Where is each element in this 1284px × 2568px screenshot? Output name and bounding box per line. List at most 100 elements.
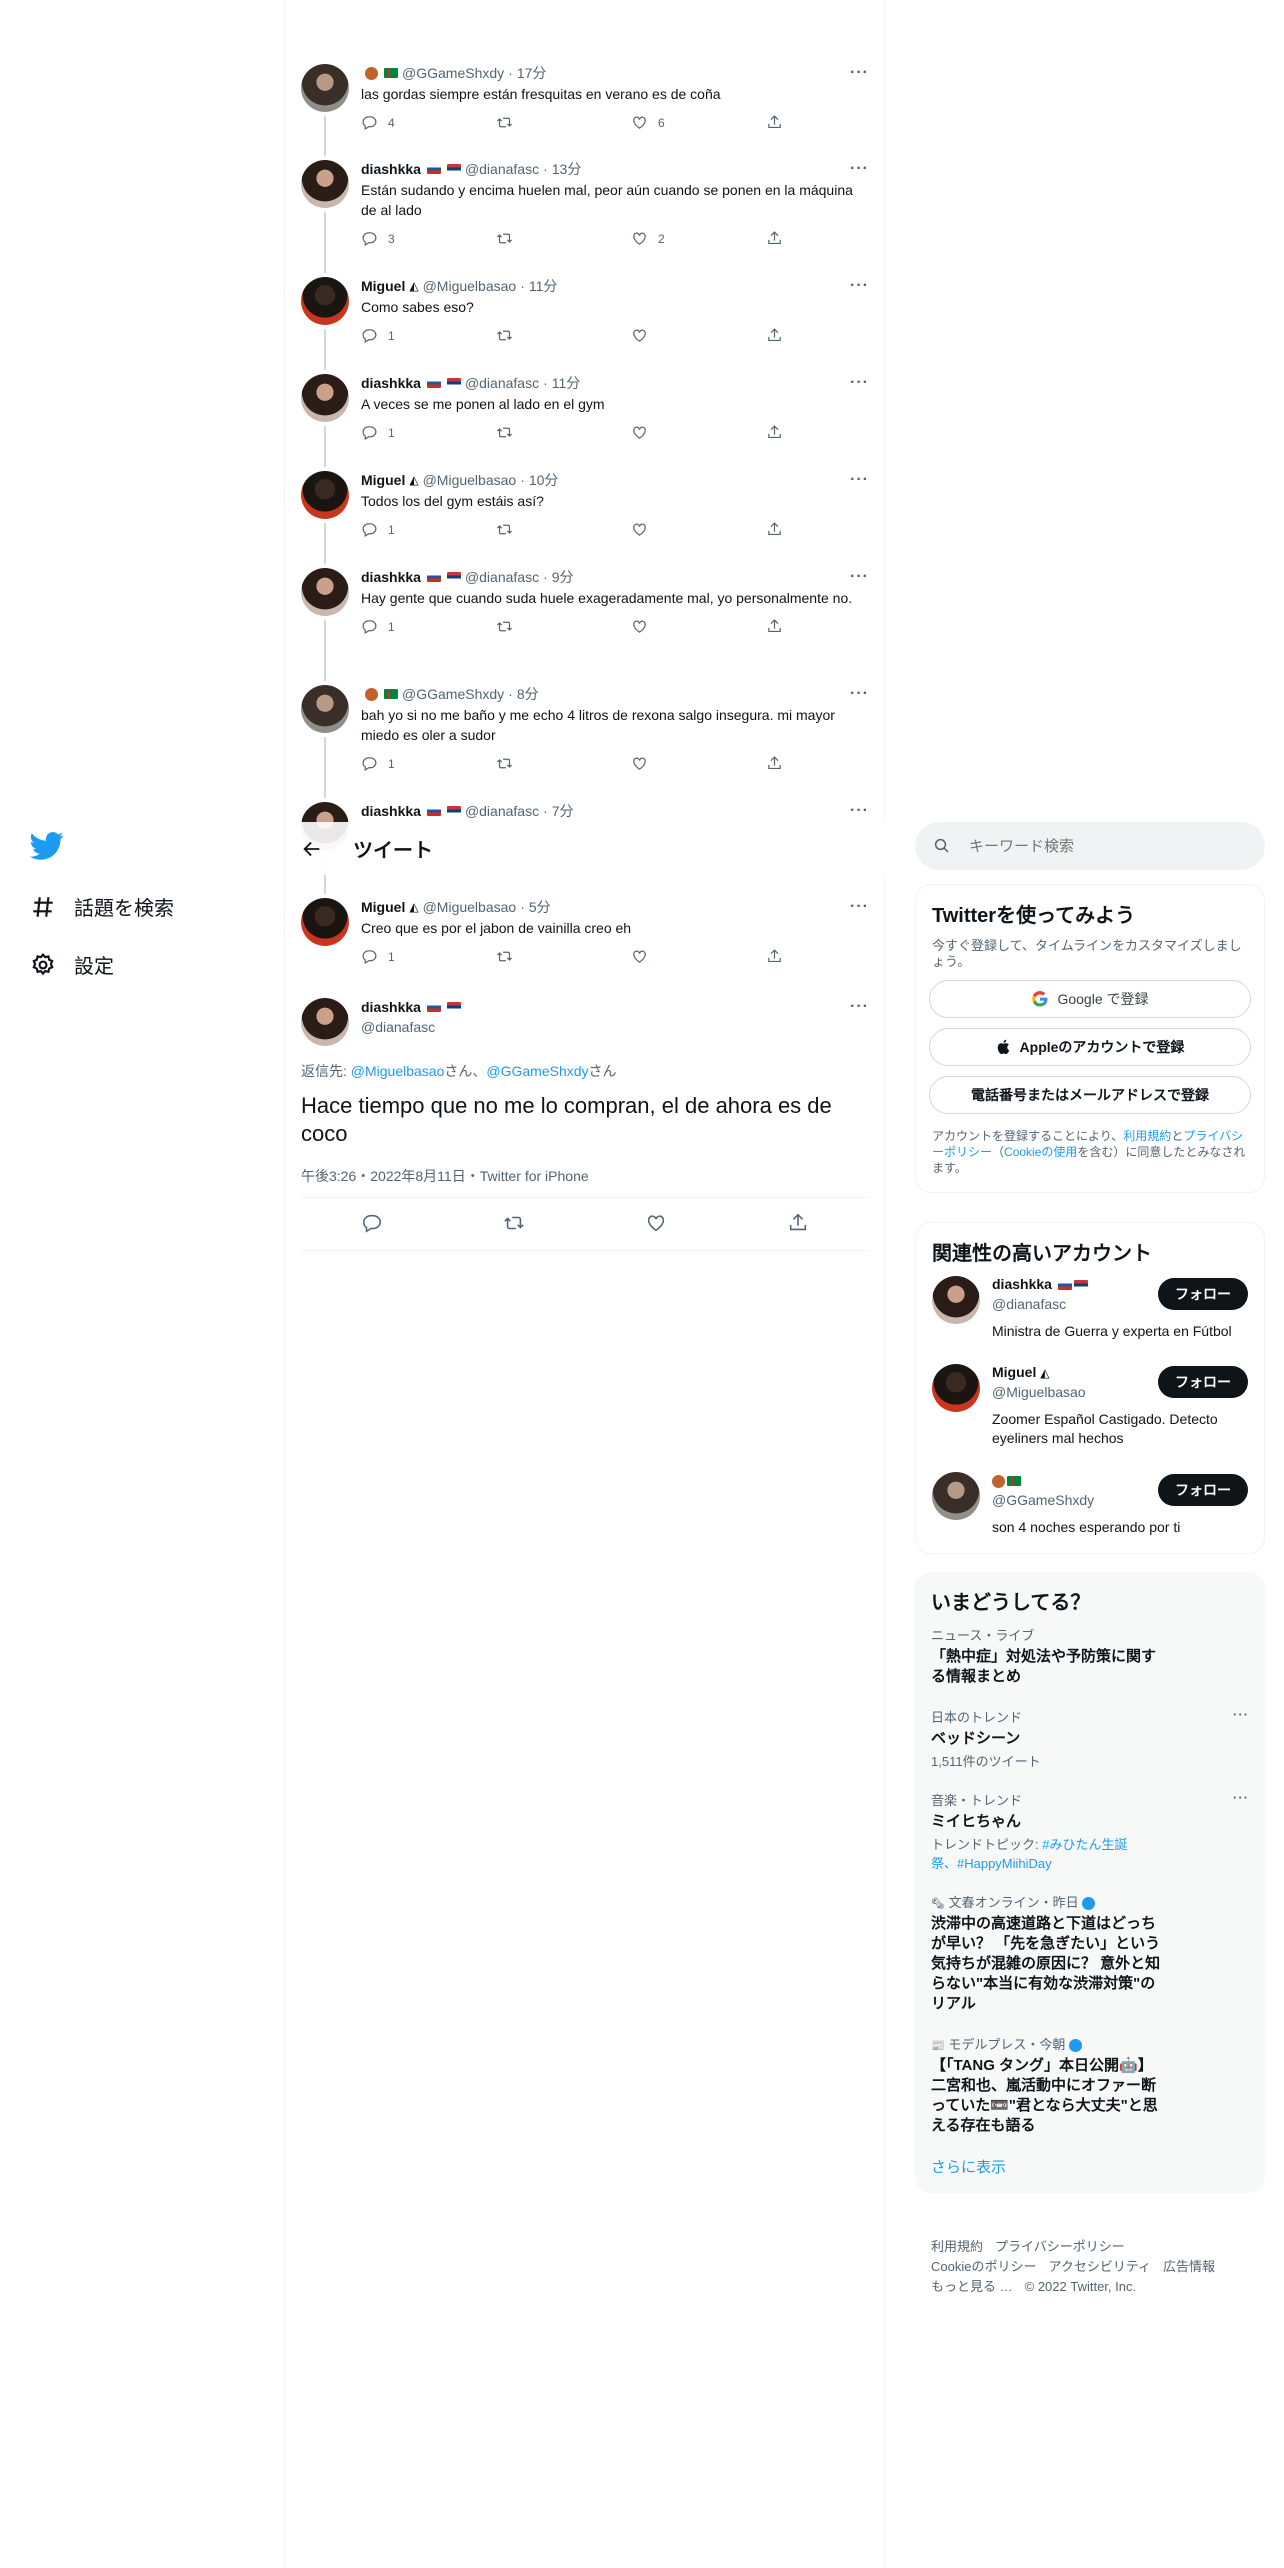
account-handle[interactable]: @GGameShxdy — [992, 1492, 1094, 1508]
avatar[interactable] — [301, 64, 349, 112]
more-icon[interactable]: ··· — [850, 685, 869, 703]
terms-link[interactable]: 利用規約 — [1123, 1129, 1171, 1143]
author-handle[interactable]: @dianafasc — [465, 160, 539, 178]
show-more-link[interactable]: さらに表示 — [931, 2156, 1249, 2177]
author-name[interactable]: diashkka — [361, 568, 421, 586]
footer-terms[interactable]: 利用規約 — [931, 2239, 983, 2254]
search-input[interactable] — [969, 837, 1209, 855]
avatar[interactable] — [301, 685, 349, 733]
like-button[interactable]: 6 — [631, 114, 731, 131]
author-name[interactable]: Miguel — [361, 277, 405, 295]
nav-settings[interactable]: 設定 — [30, 950, 114, 979]
like-button[interactable] — [631, 948, 731, 965]
footer-cookie[interactable]: Cookieのポリシー — [931, 2259, 1036, 2274]
author-name[interactable]: Miguel — [361, 898, 405, 916]
more-icon[interactable]: ··· — [850, 64, 869, 82]
retweet-button[interactable] — [496, 114, 596, 131]
like-button[interactable] — [631, 327, 731, 344]
search-bar[interactable] — [915, 822, 1265, 870]
account-item[interactable]: Miguel ◭ @Miguelbasao Zoomer Español Cas… — [932, 1364, 1248, 1472]
author-handle[interactable]: @Miguelbasao — [423, 471, 517, 489]
tweet-time[interactable]: 5分 — [529, 898, 551, 916]
share-button[interactable] — [766, 424, 786, 441]
avatar[interactable] — [932, 1472, 980, 1520]
avatar[interactable] — [301, 277, 349, 325]
tweet-time[interactable]: 9分 — [552, 568, 574, 586]
follow-button[interactable]: フォロー — [1158, 1278, 1248, 1310]
more-icon[interactable]: ··· — [850, 471, 869, 489]
account-item[interactable]: diashkka @dianafasc Ministra de Guerra y… — [932, 1276, 1248, 1364]
avatar[interactable] — [301, 160, 349, 208]
trend-item[interactable]: ニュース・ライブ 「熱中症」対処法や予防策に関する情報まとめ — [931, 1625, 1249, 1687]
twitter-logo-icon[interactable] — [30, 829, 64, 863]
share-button[interactable] — [766, 521, 786, 538]
share-icon[interactable] — [787, 1212, 809, 1234]
account-name[interactable]: diashkka — [992, 1276, 1052, 1292]
footer-more[interactable]: もっと見る … — [931, 2279, 1013, 2294]
tweet-time[interactable]: 7分 — [552, 802, 574, 820]
account-handle[interactable]: @dianafasc — [992, 1296, 1066, 1312]
more-icon[interactable]: ··· — [850, 898, 869, 916]
more-icon[interactable]: ··· — [850, 998, 869, 1016]
author-handle[interactable]: @dianafasc — [465, 374, 539, 392]
trend-item[interactable]: 音楽・トレンド ··· ミイヒちゃん トレンドトピック: #みひたん生誕祭、#Happ… — [931, 1790, 1249, 1872]
reply-button[interactable]: 1 — [361, 618, 461, 635]
share-button[interactable] — [766, 114, 786, 131]
trend-item[interactable]: 📰 モデルプレス・今朝 【「TANG タング」本日公開🤖】二宮和也、嵐活動中にオ… — [931, 2034, 1249, 2136]
more-icon[interactable]: ··· — [1233, 1790, 1249, 1805]
footer-accessibility[interactable]: アクセシビリティ — [1048, 2259, 1151, 2274]
reply-to-link[interactable]: @GGameShxdy — [486, 1063, 588, 1079]
more-icon[interactable]: ··· — [1233, 1707, 1249, 1722]
reply-button[interactable]: 1 — [361, 755, 461, 772]
retweet-button[interactable] — [496, 755, 596, 772]
more-icon[interactable]: ··· — [850, 374, 869, 392]
like-button[interactable] — [631, 755, 731, 772]
author-handle[interactable]: @dianafasc — [465, 568, 539, 586]
author-name[interactable]: diashkka — [361, 374, 421, 392]
author-name[interactable]: diashkka — [361, 160, 421, 178]
focus-author-name[interactable]: diashkka — [361, 998, 421, 1016]
reply-button[interactable]: 1 — [361, 327, 461, 344]
reply-to-link[interactable]: @Miguelbasao — [351, 1063, 445, 1079]
trend-item[interactable]: 日本のトレンド ··· ベッドシーン 1,511件のツイート — [931, 1707, 1249, 1770]
account-name[interactable]: Miguel — [992, 1364, 1036, 1380]
more-icon[interactable]: ··· — [850, 160, 869, 178]
google-signup-button[interactable]: Google で登録 — [929, 980, 1251, 1018]
tweet-time[interactable]: 11分 — [529, 277, 558, 295]
focus-author-handle[interactable]: @dianafasc — [361, 1018, 869, 1036]
like-button[interactable] — [631, 618, 731, 635]
like-button[interactable] — [631, 521, 731, 538]
share-button[interactable] — [766, 327, 786, 344]
footer-ads[interactable]: 広告情報 — [1163, 2259, 1215, 2274]
back-arrow-icon[interactable] — [301, 838, 323, 860]
account-item[interactable]: @GGameShxdy son 4 noches esperando por t… — [932, 1472, 1248, 1560]
focus-tweet-meta[interactable]: 午後3:26・2022年8月11日・Twitter for iPhone — [301, 1166, 589, 1186]
author-handle[interactable]: @GGameShxdy — [402, 685, 504, 703]
share-button[interactable] — [766, 755, 786, 772]
trend-item[interactable]: 🗞 文春オンライン・昨日 渋滞中の高速道路と下道はどっちが早い？ 「先を急ぎたい… — [931, 1892, 1249, 2014]
follow-button[interactable]: フォロー — [1158, 1474, 1248, 1506]
more-icon[interactable]: ··· — [850, 802, 869, 820]
footer-privacy[interactable]: プライバシーポリシー — [995, 2239, 1125, 2254]
retweet-button[interactable] — [496, 327, 596, 344]
cookie-link[interactable]: Cookieの使用 — [1004, 1145, 1077, 1159]
retweet-button[interactable] — [496, 948, 596, 965]
retweet-icon[interactable] — [503, 1212, 525, 1234]
phone-signup-button[interactable]: 電話番号またはメールアドレスで登録 — [929, 1076, 1251, 1114]
tweet-time[interactable]: 17分 — [517, 64, 547, 82]
share-button[interactable] — [766, 230, 786, 247]
more-icon[interactable]: ··· — [850, 568, 869, 586]
share-button[interactable] — [766, 948, 786, 965]
retweet-button[interactable] — [496, 424, 596, 441]
follow-button[interactable]: フォロー — [1158, 1366, 1248, 1398]
tweet-time[interactable]: 11分 — [552, 374, 581, 392]
reply-button[interactable]: 1 — [361, 948, 461, 965]
tweet-time[interactable]: 10分 — [529, 471, 559, 489]
avatar[interactable] — [301, 568, 349, 616]
avatar[interactable] — [301, 374, 349, 422]
account-handle[interactable]: @Miguelbasao — [992, 1384, 1086, 1400]
reply-button[interactable]: 1 — [361, 521, 461, 538]
tweet-time[interactable]: 8分 — [517, 685, 539, 703]
share-button[interactable] — [766, 618, 786, 635]
like-icon[interactable] — [645, 1212, 667, 1234]
